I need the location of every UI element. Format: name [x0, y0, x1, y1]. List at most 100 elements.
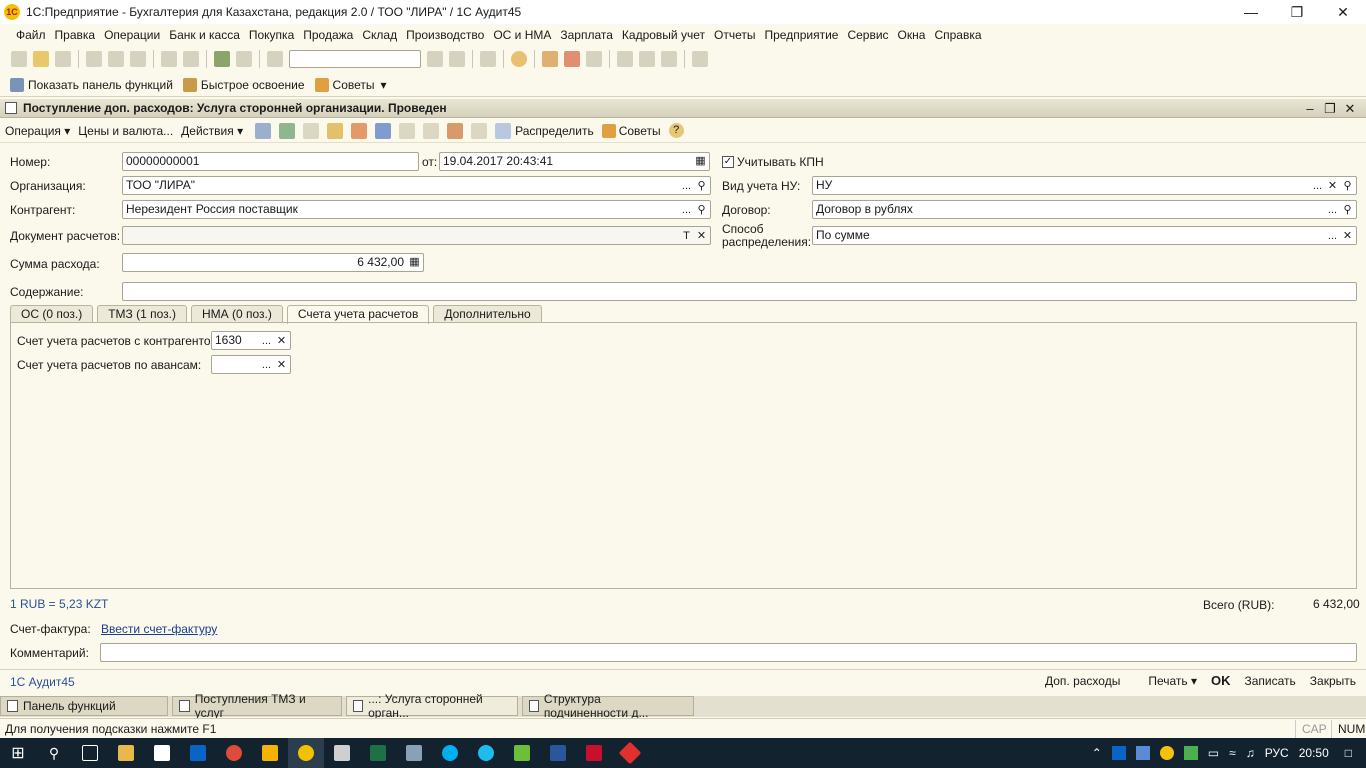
extra-expenses-button[interactable]: Доп. расходы [1045, 674, 1120, 688]
close-icon[interactable]: ✕ [1320, 0, 1366, 24]
search-icon[interactable]: ⚲ [36, 738, 72, 768]
calendar-icon[interactable] [564, 51, 580, 67]
skype-icon[interactable] [432, 738, 468, 768]
menu-warehouse[interactable]: Склад [362, 28, 397, 42]
dist-method-field[interactable]: По сумме... ✕ [812, 226, 1357, 245]
menu-bank[interactable]: Банк и касса [169, 28, 240, 42]
word-icon[interactable] [540, 738, 576, 768]
menu-sales[interactable]: Продажа [303, 28, 353, 42]
select-icon[interactable]: ... [679, 202, 694, 219]
org-field[interactable]: ТОО "ЛИРА"... ⚲ [122, 176, 711, 195]
acrobat-icon[interactable] [576, 738, 612, 768]
drive-icon[interactable] [252, 738, 288, 768]
menu-hr[interactable]: Кадровый учет [622, 28, 705, 42]
content-field[interactable] [122, 282, 1357, 301]
start-icon[interactable]: ⊞ [0, 738, 36, 768]
comment-field[interactable] [100, 643, 1357, 662]
account-counterparty-field[interactable]: 1630... ✕ [211, 331, 291, 350]
distribute-button[interactable]: Распределить [515, 124, 594, 138]
type-icon[interactable]: T [679, 228, 694, 245]
battery-icon[interactable]: ▭ [1208, 746, 1219, 760]
paste-icon[interactable] [130, 51, 146, 67]
clear-icon[interactable]: ✕ [274, 357, 289, 374]
toolbar-search-input[interactable] [289, 50, 421, 68]
tray-green-icon[interactable] [1159, 746, 1174, 760]
memory-minus-icon[interactable] [661, 51, 677, 67]
number-field[interactable]: 00000000001 [122, 152, 419, 171]
clear-icon[interactable]: ✕ [1340, 228, 1355, 245]
menu-help[interactable]: Справка [934, 28, 981, 42]
print-icon[interactable] [161, 51, 177, 67]
based-on-icon[interactable] [327, 122, 344, 139]
select-icon[interactable]: ... [679, 178, 694, 195]
calculator-icon[interactable] [324, 738, 360, 768]
dt-kt-icon[interactable] [447, 122, 464, 139]
contract-field[interactable]: Договор в рублях... ⚲ [812, 200, 1357, 219]
wintab-current-document[interactable]: ...: Услуга сторонней орган... [346, 692, 518, 720]
quick-start-button[interactable]: Быстрое освоение [182, 77, 305, 92]
account-advances-field[interactable]: ... ✕ [211, 355, 291, 374]
memory-m-icon[interactable] [617, 51, 633, 67]
outlook-icon[interactable] [180, 738, 216, 768]
tray-app-icon[interactable] [1135, 746, 1150, 760]
windows-icon[interactable] [480, 51, 496, 67]
select-icon[interactable]: ... [1310, 178, 1325, 195]
tools-icon[interactable] [692, 51, 708, 67]
doc-close-icon[interactable]: ✕ [1340, 99, 1360, 118]
search-icon[interactable]: ⚲ [694, 178, 709, 195]
exchange-rate[interactable]: 1 RUB = 5,23 KZT [10, 597, 108, 611]
menu-operations[interactable]: Операции [104, 28, 160, 42]
help-button[interactable]: ? [668, 123, 684, 138]
select-icon[interactable]: ... [1325, 202, 1340, 219]
search-icon[interactable]: ⚲ [694, 202, 709, 219]
operation-menu[interactable]: Операция ▾ [5, 124, 70, 138]
structure-icon[interactable] [351, 122, 368, 139]
tab-nma[interactable]: НМА (0 поз.) [191, 305, 283, 323]
open-icon[interactable] [33, 51, 49, 67]
table-icon[interactable] [542, 51, 558, 67]
amount-field[interactable]: 6 432,00 ▦ [122, 253, 424, 272]
movements-icon[interactable] [423, 122, 440, 139]
tray-chevron-icon[interactable]: ⌃ [1092, 746, 1102, 760]
wifi-icon[interactable]: ≈ [1229, 746, 1236, 760]
list-icon[interactable] [399, 122, 416, 139]
search-icon[interactable]: ⚲ [1340, 178, 1355, 195]
post-icon[interactable] [255, 122, 272, 139]
save-icon[interactable] [55, 51, 71, 67]
tray-outlook-icon[interactable] [1111, 746, 1126, 760]
tab-os[interactable]: ОС (0 поз.) [10, 305, 94, 323]
copy-icon[interactable] [108, 51, 124, 67]
doc-minimize-icon[interactable]: – [1300, 99, 1320, 118]
wintab-tmz-receipts[interactable]: Поступления ТМЗ и услуг [172, 692, 342, 720]
redo-icon[interactable] [236, 51, 252, 67]
find-next-icon[interactable] [427, 51, 443, 67]
find-prev-icon[interactable] [449, 51, 465, 67]
excel-icon[interactable] [360, 738, 396, 768]
clear-icon[interactable]: ✕ [1325, 178, 1340, 195]
select-icon[interactable]: ... [259, 333, 274, 350]
doc-tips-button[interactable]: Советы [601, 123, 661, 138]
1c-icon[interactable] [288, 738, 324, 768]
calculator-icon[interactable]: ▦ [407, 254, 422, 271]
print-menu[interactable]: Печать ▾ [1134, 674, 1197, 688]
new-doc-icon[interactable] [11, 51, 27, 67]
select-icon[interactable]: ... [1325, 228, 1340, 245]
task-view-icon[interactable] [72, 738, 108, 768]
enter-based-icon[interactable] [375, 122, 392, 139]
actions-menu[interactable]: Действия ▾ [181, 124, 243, 138]
wintab-functions-panel[interactable]: Панель функций [0, 696, 168, 716]
feedback-icon[interactable] [396, 738, 432, 768]
wintab-structure[interactable]: Структура подчиненности д... [522, 692, 694, 720]
menu-reports[interactable]: Отчеты [714, 28, 755, 42]
chrome-icon[interactable] [216, 738, 252, 768]
cut-icon[interactable] [86, 51, 102, 67]
save-button[interactable]: Записать [1245, 674, 1296, 688]
counterparty-field[interactable]: Нерезидент Россия поставщик... ⚲ [122, 200, 711, 219]
store-icon[interactable] [144, 738, 180, 768]
app-green-icon[interactable] [504, 738, 540, 768]
menu-service[interactable]: Сервис [847, 28, 888, 42]
explorer-icon[interactable] [108, 738, 144, 768]
minimize-icon[interactable]: — [1228, 0, 1274, 24]
date-field[interactable]: 19.04.2017 20:43:41 ▦ [439, 152, 710, 171]
menu-file[interactable]: Файл [16, 28, 46, 42]
